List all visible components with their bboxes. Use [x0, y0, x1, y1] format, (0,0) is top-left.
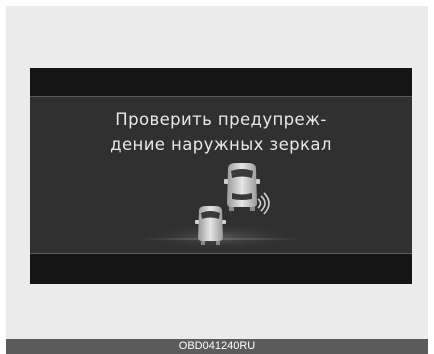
main-car-icon — [224, 163, 260, 211]
cluster-display: Проверить предупреж- дение наружных зерк… — [30, 68, 412, 284]
warning-panel: Проверить предупреж- дение наружных зерк… — [30, 96, 412, 254]
warning-message-line-1: Проверить предупреж- — [115, 110, 327, 129]
warning-message: Проверить предупреж- дение наружных зерк… — [30, 107, 412, 157]
display-bottom-bar — [30, 254, 412, 284]
warning-message-line-2: дение наружных зеркал — [110, 135, 332, 154]
adjacent-car-icon — [195, 206, 226, 245]
image-code-caption: OBD041240RU — [6, 339, 428, 354]
display-top-bar — [30, 68, 412, 96]
detection-wave-icon — [257, 192, 270, 215]
blind-spot-warning-icon — [140, 163, 300, 251]
